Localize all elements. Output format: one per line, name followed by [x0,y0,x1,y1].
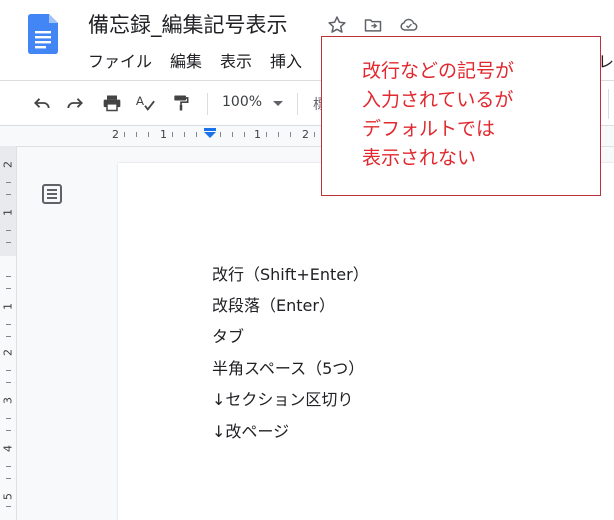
toolbar-divider [207,93,208,115]
ruler-label: 5 [1,493,15,500]
docs-logo-icon[interactable] [28,14,58,54]
menu-file[interactable]: ファイル [88,48,152,72]
ruler-label: 2 [1,161,15,168]
ruler-label: 1 [160,128,167,141]
move-to-folder-icon[interactable] [362,14,384,36]
print-icon[interactable] [101,92,123,114]
ruler-label: 4 [1,445,15,452]
toolbar-divider [608,89,614,119]
zoom-select[interactable]: 100% [222,94,262,110]
chevron-down-icon[interactable] [273,101,283,106]
ruler-label: 1 [1,303,15,310]
callout-line: 入力されているが [362,89,514,111]
vertical-ruler[interactable]: 2 1 1 2 3 4 5 [0,146,17,520]
ruler-label: 2 [1,349,15,356]
doc-line[interactable]: ↓改ページ [212,418,289,442]
spellcheck-icon[interactable]: A [134,92,156,114]
undo-icon[interactable] [31,92,53,114]
ruler-label: 2 [112,128,119,141]
redo-icon[interactable] [64,92,86,114]
doc-line[interactable]: ↓セクション区切り [212,386,353,410]
menu-insert[interactable]: 挿入 [270,48,302,72]
star-icon[interactable] [326,14,348,36]
paint-format-icon[interactable] [170,92,192,114]
doc-line[interactable]: 改段落（Enter） [212,292,335,316]
ruler-label: 3 [1,397,15,404]
menu-edit[interactable]: 編集 [170,48,202,72]
cloud-saved-icon[interactable] [398,14,420,36]
menu-view[interactable]: 表示 [220,48,252,72]
annotation-callout: 改行などの記号が 入力されているが デフォルトでは 表示されない [321,36,601,196]
callout-line: 表示されない [362,147,477,169]
menu-bar: ファイル 編集 表示 挿入 [88,48,320,72]
callout-line: 改行などの記号が [362,60,515,82]
callout-line: デフォルトでは [362,118,496,140]
title-actions [326,12,420,38]
doc-line[interactable]: タブ [212,323,244,347]
svg-text:A: A [136,94,145,108]
doc-line[interactable]: 半角スペース（5つ） [212,355,364,379]
ruler-label: 1 [254,128,261,141]
toolbar-divider [297,93,298,115]
ruler-label: 1 [1,209,15,216]
doc-line[interactable]: 改行（Shift+Enter） [212,261,369,285]
document-title[interactable]: 備忘録_編集記号表示 [88,9,288,39]
document-page[interactable] [118,163,614,520]
indent-marker-icon[interactable] [203,128,217,138]
ruler-label: 2 [302,128,309,141]
outline-icon[interactable] [40,182,64,206]
